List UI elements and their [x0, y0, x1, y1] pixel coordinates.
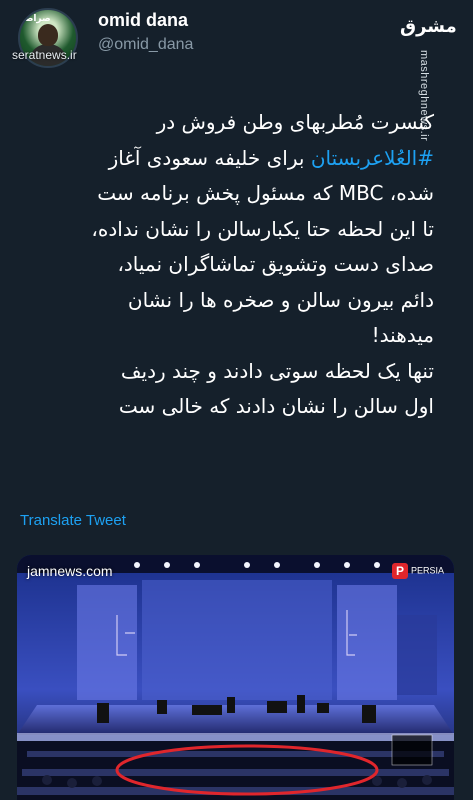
- source-logo: مشرق: [400, 16, 457, 37]
- concert-stage-image: [17, 555, 454, 800]
- hashtag-link[interactable]: #العُلاعربستان: [311, 146, 434, 170]
- media-watermark-right-text: PERSIA: [410, 565, 444, 576]
- channel-logo-icon: P: [391, 563, 408, 579]
- media-watermark-left: jamnews.com: [27, 563, 113, 579]
- tweet-line: تا این لحظه حتا یکبارسالن را نشان نداده،: [91, 216, 434, 241]
- tweet-line-with-hashtag: #العُلاعربستان برای خلیفه سعودی آغاز: [14, 141, 434, 177]
- tweet-media-image[interactable]: jamnews.com P PERSIA: [17, 555, 454, 800]
- tweet-line: شده، MBC که مسئول پخش برنامه ست: [97, 181, 434, 205]
- tweet-line: اول سالن را نشان دادند که خالی ست: [118, 394, 434, 418]
- avatar-face: [38, 24, 58, 46]
- tweet-text: کنسرت مُطربهای وطن فروش در #العُلاعربستا…: [14, 105, 434, 425]
- display-name[interactable]: omid dana: [98, 10, 188, 31]
- tweet-line: میدهند!: [371, 323, 434, 347]
- tweet-line: دائم بیرون سالن و صخره ها را نشان: [127, 287, 434, 312]
- user-handle[interactable]: @omid_dana: [98, 36, 193, 54]
- avatar-watermark: seratnews.ir: [12, 48, 77, 62]
- translate-tweet-link[interactable]: Translate Tweet: [20, 512, 126, 529]
- tweet-line: برای خلیفه سعودی آغاز: [108, 145, 305, 170]
- tweet-line: تنها یک لحظه سوتی دادند و چند ردیف: [120, 358, 434, 383]
- tweet-line: کنسرت مُطربهای وطن فروش در: [156, 110, 434, 134]
- media-watermark-right: P PERSIA: [391, 563, 444, 579]
- avatar-logo: صراط: [24, 14, 51, 24]
- tweet-line: صدای دست وتشویق تماشاگران نمیاد،: [117, 252, 434, 276]
